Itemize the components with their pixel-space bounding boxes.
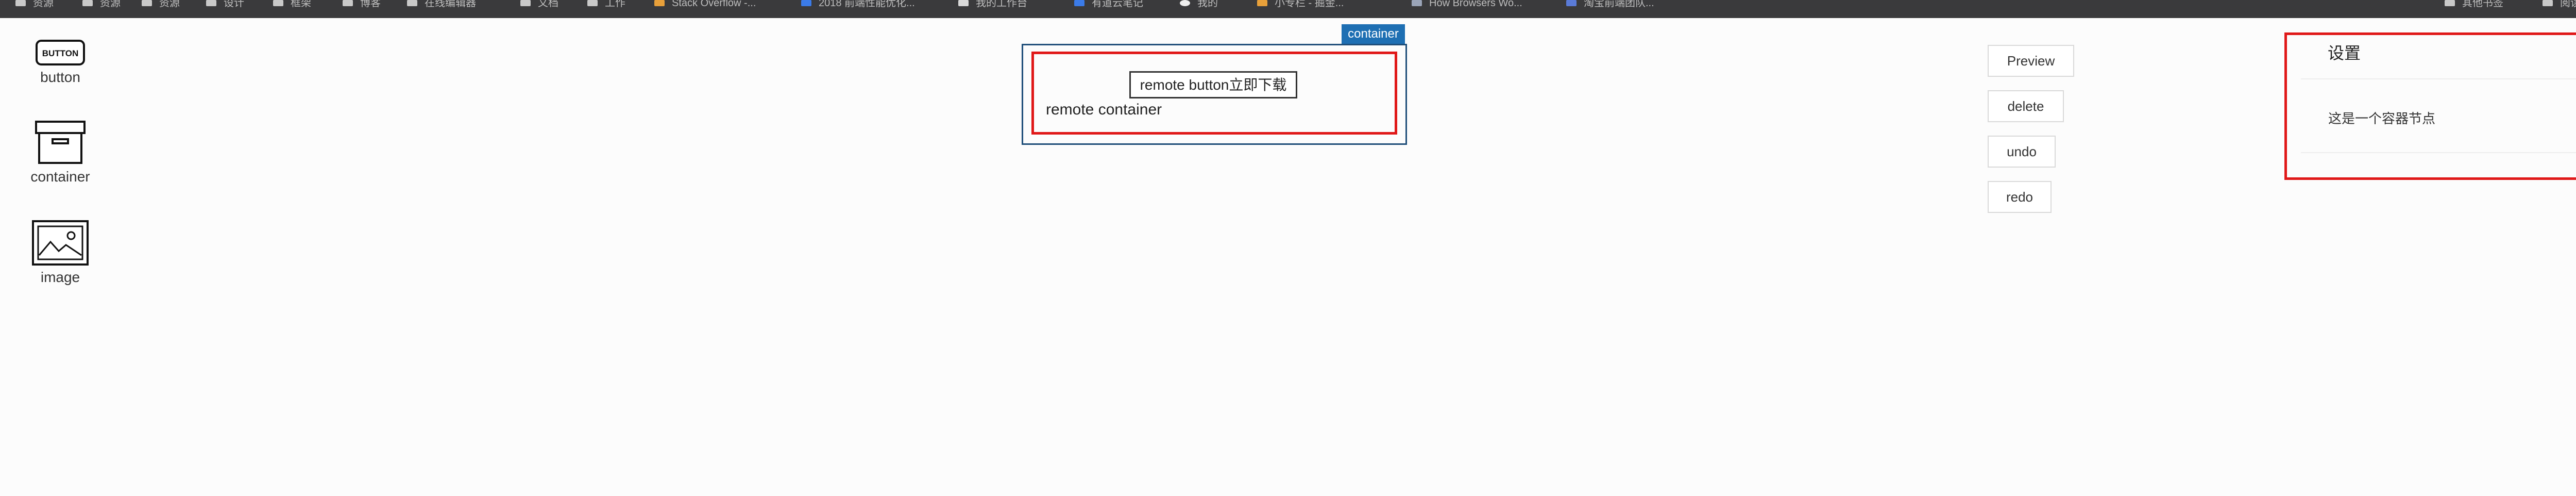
folder-icon	[2445, 0, 2455, 6]
folder-icon	[82, 0, 93, 6]
folder-icon	[206, 0, 216, 6]
remote-download-button[interactable]: remote button立即下载	[1129, 71, 1297, 98]
folder-icon	[343, 0, 353, 6]
bookmark-item[interactable]: 在线编辑器	[407, 0, 476, 8]
bookmark-item[interactable]: 资源	[15, 0, 54, 8]
image-icon	[32, 220, 89, 266]
folder-icon	[587, 0, 598, 6]
bookmark-item[interactable]: 2018 前端性能优化...	[801, 0, 915, 8]
bookmark-item[interactable]: 有道云笔记	[1074, 0, 1143, 8]
taobao-icon	[1566, 0, 1577, 6]
settings-title: 设置	[2328, 44, 2361, 62]
folder-icon	[142, 0, 152, 6]
folder-icon	[273, 0, 283, 6]
bookmark-item[interactable]: 淘宝前端团队...	[1566, 0, 1654, 8]
bookmark-item[interactable]: 小专栏 - 掘金...	[1257, 0, 1344, 8]
folder-icon	[407, 0, 417, 6]
bookmark-item[interactable]: 工作	[587, 0, 625, 8]
blue-favicon-icon	[801, 0, 811, 6]
globe-icon	[1412, 0, 1422, 6]
folder-icon	[520, 0, 531, 6]
bookmark-item[interactable]: 资源	[142, 0, 180, 8]
folder-icon	[2543, 0, 2553, 6]
youdao-icon	[1074, 0, 1084, 6]
bookmark-item[interactable]: How Browsers Wo...	[1412, 0, 1522, 8]
bookmark-item[interactable]: 阅读清单	[2543, 0, 2576, 8]
github-icon	[1180, 0, 1190, 6]
preview-button[interactable]: Preview	[1988, 45, 2074, 77]
settings-description: 这是一个容器节点	[2328, 111, 2436, 126]
bookmark-item[interactable]: 框架	[273, 0, 311, 8]
workspace-icon	[958, 0, 969, 6]
palette-label-button: button	[40, 69, 80, 85]
button-icon-text: BUTTON	[42, 48, 79, 58]
undo-button[interactable]: undo	[1988, 136, 2056, 168]
remote-container-text: remote container	[1046, 101, 1162, 118]
bookmarks-bar: 资源 资源 资源 设计 框架 博客 在线编辑器 文档 工作 Stack Over…	[0, 0, 2576, 18]
bookmark-item[interactable]: 我的工作台	[958, 0, 1027, 8]
palette-label-image: image	[40, 269, 80, 285]
selected-node-tag: container	[1342, 24, 1405, 44]
settings-divider	[2301, 152, 2576, 153]
stackoverflow-icon	[654, 0, 665, 6]
delete-button[interactable]: delete	[1988, 90, 2064, 122]
juejin-icon	[1257, 0, 1267, 6]
bookmark-item[interactable]: 设计	[206, 0, 244, 8]
settings-divider	[2301, 78, 2576, 79]
bookmark-item[interactable]: 资源	[82, 0, 121, 8]
palette-label-container: container	[30, 169, 90, 185]
palette-container[interactable]: container	[22, 119, 99, 185]
bookmark-item[interactable]: Stack Overflow -...	[654, 0, 756, 8]
bookmark-item[interactable]: 文档	[520, 0, 558, 8]
bookmark-item[interactable]: 我的	[1180, 0, 1218, 8]
bookmark-item[interactable]: 博客	[343, 0, 381, 8]
bookmark-item[interactable]: 其他书签	[2445, 0, 2503, 8]
button-component-icon: BUTTON	[36, 40, 85, 65]
palette-button[interactable]: BUTTON button	[22, 39, 99, 86]
container-box-icon	[35, 121, 86, 164]
redo-button[interactable]: redo	[1988, 181, 2052, 213]
folder-icon	[15, 0, 26, 6]
palette-image[interactable]: image	[22, 219, 99, 286]
